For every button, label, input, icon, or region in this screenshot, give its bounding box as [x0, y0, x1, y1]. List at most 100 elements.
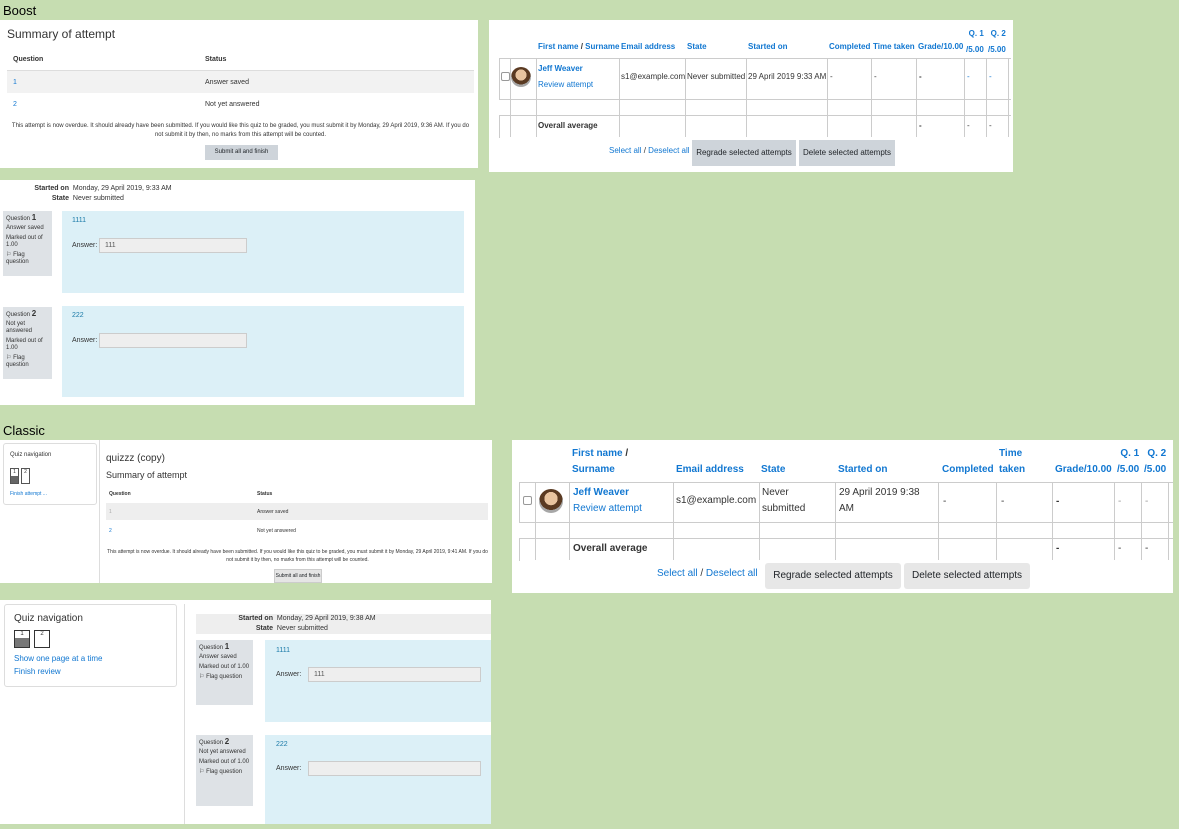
boost-summary-panel: Summary of attempt Question Status 1 Answe…	[0, 20, 478, 168]
table-column-divider	[835, 482, 836, 560]
regrade-button[interactable]: Regrade selected attempts	[692, 140, 796, 166]
overall-average-label: Overall average	[538, 121, 598, 130]
user-name-link[interactable]: Jeff Weaver	[573, 485, 629, 501]
question-text: 222	[276, 741, 288, 748]
average-grade: -	[919, 121, 922, 130]
classic-attempts-panel: First name / Surname Email address State …	[512, 440, 1173, 593]
q1-cell[interactable]: -	[967, 72, 970, 81]
deselect-all-link[interactable]: Deselect all	[648, 146, 689, 155]
boost-section-label: Boost	[3, 3, 37, 18]
header-name[interactable]: First name / Surname	[572, 446, 628, 478]
completed-cell: -	[830, 72, 833, 81]
nav-button-2[interactable]: 2	[21, 468, 30, 484]
q1-cell[interactable]: -	[1118, 494, 1121, 510]
boost-attempts-panel: First name / Surname Email address State…	[489, 20, 1013, 172]
header-started[interactable]: Started on	[838, 462, 887, 478]
question-text: 1111	[276, 647, 291, 654]
started-on-row: Started on Monday, 29 April 2019, 9:33 A…	[34, 185, 172, 192]
summary-title: Summary of attempt	[7, 27, 116, 41]
table-column-divider	[685, 58, 686, 137]
classic-section-label: Classic	[3, 423, 45, 438]
select-all-link[interactable]: Select all	[609, 146, 641, 155]
question-link[interactable]: 2	[109, 528, 112, 534]
average-q2: -	[1145, 543, 1149, 554]
delete-button[interactable]: Delete selected attempts	[904, 563, 1030, 589]
finish-attempt-link[interactable]: Finish attempt ...	[10, 491, 47, 497]
header-time-taken[interactable]: Time taken	[999, 446, 1025, 478]
header-grade[interactable]: Grade/10.00	[1055, 462, 1112, 478]
header-q2[interactable]: Q. 2/5.00	[988, 26, 1006, 58]
divider	[184, 604, 185, 824]
table-column-divider	[569, 482, 570, 560]
time-cell: -	[874, 72, 877, 81]
select-all-link[interactable]: Select all	[657, 568, 698, 579]
header-time-taken[interactable]: Time taken	[873, 42, 915, 51]
question-link[interactable]: 1	[109, 509, 112, 515]
q2-cell[interactable]: -	[1145, 494, 1148, 510]
flag-icon: ⚐	[199, 769, 205, 775]
answer-input[interactable]: 111	[99, 238, 247, 253]
q2-cell[interactable]: -	[989, 72, 992, 81]
col-status: Status	[199, 48, 474, 71]
flag-icon: ⚐	[199, 674, 205, 680]
nav-button-1[interactable]: 1	[10, 468, 19, 484]
row-checkbox[interactable]	[523, 496, 532, 505]
answer-input[interactable]	[308, 761, 481, 776]
question-link[interactable]: 1	[13, 79, 17, 86]
question-text: 1111	[72, 217, 87, 224]
state-cell: Never submitted	[762, 487, 806, 514]
submit-all-button[interactable]: Submit all and finish	[274, 569, 322, 583]
review-attempt-link[interactable]: Review attempt	[538, 80, 593, 89]
header-state[interactable]: State	[687, 42, 707, 51]
header-email[interactable]: Email address	[676, 462, 744, 478]
overdue-message: This attempt is now overdue. It should a…	[107, 549, 488, 563]
nav-title: Quiz navigation	[14, 613, 83, 624]
table-row: 1 Answer saved	[7, 70, 474, 93]
nav-button-1[interactable]: 1	[14, 630, 30, 648]
grade-cell: -	[1056, 496, 1060, 507]
review-attempt-link[interactable]: Review attempt	[573, 501, 642, 517]
submit-all-button[interactable]: Submit all and finish	[205, 145, 278, 160]
flag-question-link[interactable]: ⚐ Flag question	[6, 252, 49, 266]
header-completed[interactable]: Completed	[942, 462, 994, 478]
avatar	[539, 489, 563, 513]
header-email[interactable]: Email address	[621, 42, 675, 51]
table-row: 2 Not yet answered	[109, 528, 296, 534]
average-q1: -	[967, 121, 970, 130]
table-column-divider	[673, 482, 674, 560]
show-one-page-link[interactable]: Show one page at a time	[14, 654, 103, 663]
regrade-button[interactable]: Regrade selected attempts	[765, 563, 901, 589]
header-state[interactable]: State	[761, 462, 785, 478]
table-column-divider	[746, 58, 747, 137]
question-link[interactable]: 2	[13, 101, 17, 108]
email-cell: s1@example.com	[621, 72, 686, 81]
answer-input[interactable]: 111	[308, 667, 481, 682]
state-cell: Never submitted	[687, 72, 746, 81]
header-q2[interactable]: Q. 2/5.00	[1144, 446, 1166, 478]
flag-question-link[interactable]: ⚐ Flag question	[199, 674, 250, 681]
flag-question-link[interactable]: ⚐ Flag question	[199, 769, 250, 776]
table-column-divider	[1114, 482, 1115, 560]
user-name-link[interactable]: Jeff Weaver	[538, 64, 583, 73]
boost-review-panel: Started on Monday, 29 April 2019, 9:33 A…	[0, 180, 475, 405]
table-column-divider	[1008, 58, 1009, 137]
status-cell: Answer saved	[205, 78, 249, 86]
average-q2: -	[989, 121, 992, 130]
header-grade[interactable]: Grade/10.00	[918, 42, 963, 51]
avatar	[511, 67, 531, 87]
table-column-divider	[510, 58, 511, 137]
nav-button-2[interactable]: 2	[34, 630, 50, 648]
header-completed[interactable]: Completed	[829, 42, 870, 51]
header-name[interactable]: First name / Surname	[538, 42, 619, 51]
summary-table: Question Status 1 Answer saved 2 Not yet an…	[7, 48, 474, 115]
finish-review-link[interactable]: Finish review	[14, 667, 61, 676]
header-started[interactable]: Started on	[748, 42, 788, 51]
header-q1[interactable]: Q. 1/5.00	[1117, 446, 1139, 478]
answer-input[interactable]	[99, 333, 247, 348]
row-checkbox[interactable]	[501, 72, 510, 81]
delete-button[interactable]: Delete selected attempts	[799, 140, 895, 166]
header-q1[interactable]: Q. 1/5.00	[966, 26, 984, 58]
table-column-divider	[996, 482, 997, 560]
deselect-all-link[interactable]: Deselect all	[706, 568, 758, 579]
flag-question-link[interactable]: ⚐ Flag question	[6, 355, 49, 369]
